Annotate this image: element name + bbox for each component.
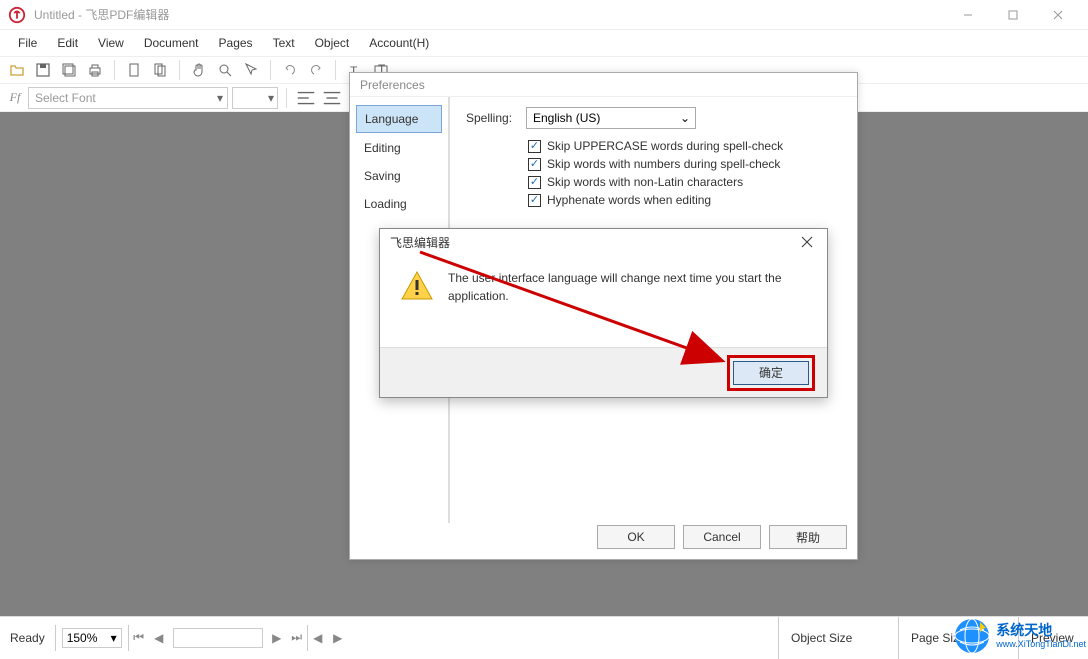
pref-cancel-button[interactable]: Cancel bbox=[683, 525, 761, 549]
checkbox-icon: ✓ bbox=[528, 176, 541, 189]
redo-icon[interactable] bbox=[305, 59, 327, 81]
menu-file[interactable]: File bbox=[8, 32, 47, 54]
status-ready: Ready bbox=[0, 631, 55, 645]
check-nonlatin[interactable]: ✓Skip words with non-Latin characters bbox=[528, 175, 841, 189]
close-button[interactable] bbox=[1035, 0, 1080, 30]
page-icon[interactable] bbox=[123, 59, 145, 81]
font-size-select[interactable]: ▾ bbox=[232, 87, 278, 109]
spelling-value: English (US) bbox=[533, 111, 600, 125]
status-object-size: Object Size bbox=[778, 617, 898, 659]
menu-object[interactable]: Object bbox=[305, 32, 360, 54]
open-icon[interactable] bbox=[6, 59, 28, 81]
checkbox-icon: ✓ bbox=[528, 194, 541, 207]
spelling-label: Spelling: bbox=[466, 111, 526, 125]
align-left-icon[interactable] bbox=[295, 87, 317, 109]
undo-icon[interactable] bbox=[279, 59, 301, 81]
pref-tab-saving[interactable]: Saving bbox=[356, 163, 442, 189]
pref-ok-button[interactable]: OK bbox=[597, 525, 675, 549]
check-hyphenate[interactable]: ✓Hyphenate words when editing bbox=[528, 193, 841, 207]
menu-text[interactable]: Text bbox=[263, 32, 305, 54]
menu-edit[interactable]: Edit bbox=[47, 32, 88, 54]
dialog-message: The user interface language will change … bbox=[448, 269, 807, 305]
watermark-url: www.XiTongTianDi.net bbox=[996, 639, 1086, 649]
watermark: 系统天地 www.XiTongTianDi.net bbox=[952, 616, 1086, 656]
dialog-ok-button[interactable]: 确定 bbox=[733, 361, 809, 385]
menu-view[interactable]: View bbox=[88, 32, 134, 54]
title-bar: Untitled - 飞思PDF编辑器 bbox=[0, 0, 1088, 30]
watermark-brand: 系统天地 bbox=[996, 623, 1086, 638]
check-numbers[interactable]: ✓Skip words with numbers during spell-ch… bbox=[528, 157, 841, 171]
chevron-down-icon: ⌄ bbox=[680, 111, 690, 125]
last-page-icon[interactable]: ⏭ bbox=[287, 628, 307, 648]
first-page-icon[interactable]: ⏮ bbox=[129, 628, 149, 648]
font-select[interactable]: Select Font ▾ bbox=[28, 87, 228, 109]
dialog-title: 飞思编辑器 bbox=[390, 234, 450, 251]
zoom-select[interactable]: 150%▾ bbox=[62, 628, 122, 648]
menu-document[interactable]: Document bbox=[134, 32, 209, 54]
checkbox-icon: ✓ bbox=[528, 140, 541, 153]
nav-forward-icon[interactable]: ▶ bbox=[328, 628, 348, 648]
nav-back-icon[interactable]: ◀ bbox=[308, 628, 328, 648]
save-icon[interactable] bbox=[32, 59, 54, 81]
align-center-icon[interactable] bbox=[321, 87, 343, 109]
chevron-down-icon: ▾ bbox=[111, 631, 117, 645]
window-title: Untitled - 飞思PDF编辑器 bbox=[34, 6, 169, 23]
status-bar: Ready 150%▾ ⏮ ◀ ▶ ⏭ ◀ ▶ Object Size Page… bbox=[0, 616, 1088, 658]
warning-icon bbox=[400, 269, 434, 303]
save-as-icon[interactable] bbox=[58, 59, 80, 81]
zoom-icon[interactable] bbox=[214, 59, 236, 81]
checkbox-icon: ✓ bbox=[528, 158, 541, 171]
print-icon[interactable] bbox=[84, 59, 106, 81]
pointer-icon[interactable] bbox=[240, 59, 262, 81]
minimize-button[interactable] bbox=[945, 0, 990, 30]
spelling-select[interactable]: English (US) ⌄ bbox=[526, 107, 696, 129]
page-number-input[interactable] bbox=[173, 628, 263, 648]
check-uppercase[interactable]: ✓Skip UPPERCASE words during spell-check bbox=[528, 139, 841, 153]
font-family-icon: Ff bbox=[6, 90, 24, 105]
pref-help-button[interactable]: 帮助 bbox=[769, 525, 847, 549]
chevron-down-icon: ▾ bbox=[217, 91, 223, 105]
dialog-close-button[interactable] bbox=[797, 232, 817, 252]
dialog-ok-highlight: 确定 bbox=[727, 355, 815, 391]
prev-page-icon[interactable]: ◀ bbox=[149, 628, 169, 648]
maximize-button[interactable] bbox=[990, 0, 1035, 30]
message-dialog: 飞思编辑器 The user interface language will c… bbox=[379, 228, 828, 398]
menu-pages[interactable]: Pages bbox=[209, 32, 263, 54]
menu-account[interactable]: Account(H) bbox=[359, 32, 439, 54]
globe-icon bbox=[952, 616, 992, 656]
next-page-icon[interactable]: ▶ bbox=[267, 628, 287, 648]
app-logo-icon bbox=[8, 6, 26, 24]
chevron-down-icon: ▾ bbox=[268, 91, 274, 105]
font-placeholder: Select Font bbox=[35, 91, 96, 105]
pref-tab-language[interactable]: Language bbox=[356, 105, 442, 133]
hand-icon[interactable] bbox=[188, 59, 210, 81]
menu-bar: File Edit View Document Pages Text Objec… bbox=[0, 30, 1088, 56]
pref-tab-loading[interactable]: Loading bbox=[356, 191, 442, 217]
pages-icon[interactable] bbox=[149, 59, 171, 81]
preferences-title: Preferences bbox=[350, 73, 857, 97]
pref-tab-editing[interactable]: Editing bbox=[356, 135, 442, 161]
